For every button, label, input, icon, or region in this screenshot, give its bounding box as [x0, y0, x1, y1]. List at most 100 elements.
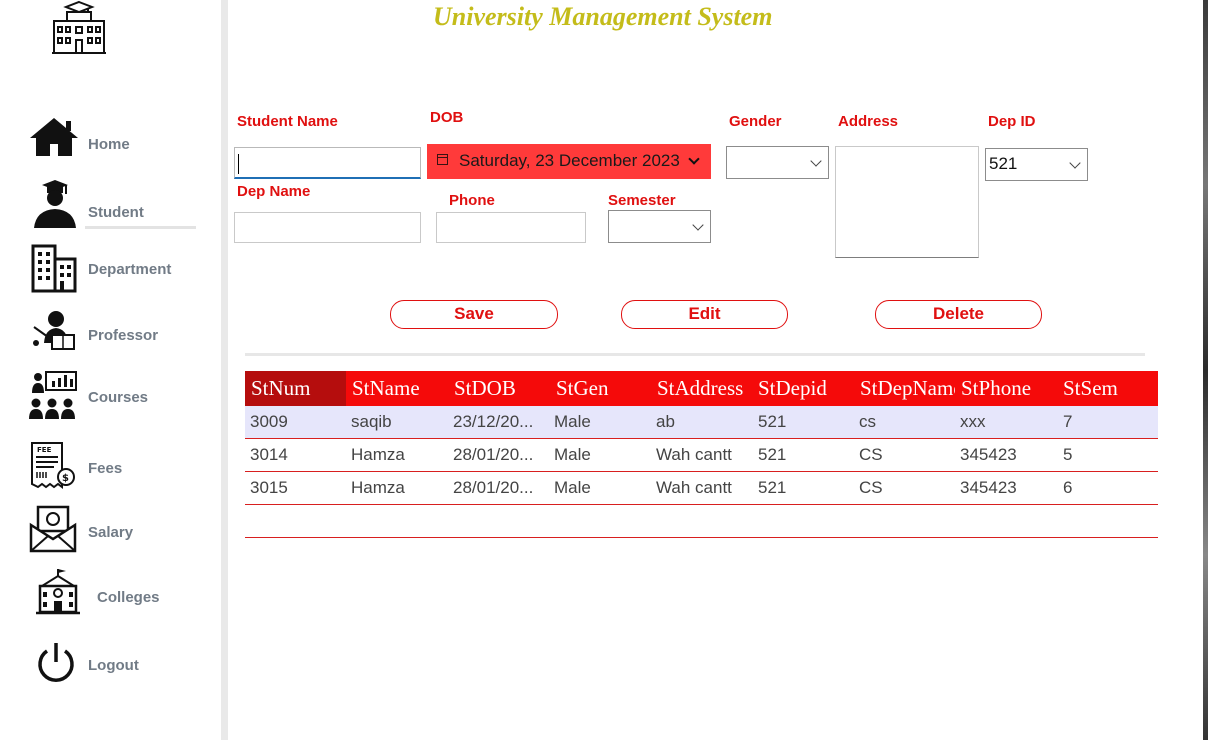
table-cell[interactable]: Hamza: [346, 439, 405, 471]
table-cell[interactable]: 521: [753, 472, 786, 504]
table-cell[interactable]: 521: [753, 406, 786, 438]
table-header: StNum StName StDOB StGen StAddress StDep…: [245, 371, 1158, 406]
column-header[interactable]: StDepid: [752, 371, 854, 406]
phone-label: Phone: [449, 192, 495, 209]
dep-name-label: Dep Name: [237, 183, 311, 200]
sidebar-item-department[interactable]: Department: [28, 243, 218, 293]
dep-id-label: Dep ID: [988, 113, 1036, 130]
student-name-input[interactable]: [234, 147, 421, 179]
sidebar-item-courses[interactable]: Courses: [28, 371, 218, 421]
table-cell[interactable]: 345423: [955, 439, 1017, 471]
sidebar-item-home[interactable]: Home: [28, 116, 218, 166]
table-cell[interactable]: saqib: [346, 406, 392, 438]
table-cell[interactable]: 7: [1058, 406, 1072, 438]
text-cursor: [238, 154, 239, 174]
column-header[interactable]: StDepName: [854, 371, 955, 406]
table-cell[interactable]: CS: [854, 472, 883, 504]
table-cell[interactable]: 3015: [245, 472, 288, 504]
salary-envelope-icon: [28, 505, 80, 555]
table-cell[interactable]: 28/01/20...: [448, 439, 533, 471]
column-header[interactable]: StSem: [1057, 371, 1158, 406]
column-header[interactable]: StPhone: [955, 371, 1057, 406]
dep-id-value: 521: [989, 154, 1018, 173]
chevron-down-icon: [810, 155, 822, 167]
app-title: University Management System: [433, 2, 773, 31]
table-cell[interactable]: CS: [854, 439, 883, 471]
table-cell[interactable]: ab: [651, 406, 675, 438]
table-cell[interactable]: 23/12/20...: [448, 406, 533, 438]
department-building-icon: [28, 243, 80, 293]
address-label: Address: [838, 113, 899, 130]
section-divider: [245, 353, 1145, 356]
table-cell[interactable]: 5: [1058, 439, 1072, 471]
active-indicator: [85, 226, 196, 229]
students-table[interactable]: StNum StName StDOB StGen StAddress StDep…: [245, 371, 1158, 538]
table-cell[interactable]: Male: [549, 439, 591, 471]
professor-icon: [28, 309, 80, 359]
table-row[interactable]: 3009 saqib 23/12/20... Male ab 521 cs xx…: [245, 406, 1158, 439]
sidebar: Home Student Department Professor Course…: [0, 0, 221, 740]
dep-name-input[interactable]: [234, 212, 421, 243]
table-cell[interactable]: cs: [854, 406, 876, 438]
sidebar-item-label: Logout: [88, 657, 139, 674]
semester-select[interactable]: [608, 210, 711, 243]
table-new-row[interactable]: [245, 505, 1158, 538]
chevron-down-icon: [688, 153, 700, 165]
table-row[interactable]: 3015 Hamza 28/01/20... Male Wah cantt 52…: [245, 472, 1158, 505]
dep-id-select[interactable]: 521: [985, 148, 1088, 181]
fees-receipt-icon: FEE $: [28, 441, 80, 491]
chevron-down-icon: [692, 219, 704, 231]
gender-select[interactable]: [726, 146, 829, 179]
sidebar-item-label: Salary: [88, 524, 134, 541]
table-cell[interactable]: Wah cantt: [651, 472, 732, 504]
sidebar-item-student[interactable]: Student: [28, 180, 218, 230]
university-logo-icon: [50, 0, 108, 56]
table-cell[interactable]: 345423: [955, 472, 1017, 504]
sidebar-item-label: Fees: [88, 460, 123, 477]
calendar-icon: [437, 154, 448, 165]
sidebar-item-label: Professor: [88, 327, 159, 344]
column-header[interactable]: StAddress: [651, 371, 752, 406]
svg-text:$: $: [62, 473, 69, 484]
sidebar-item-label: Courses: [88, 389, 149, 406]
sidebar-item-colleges[interactable]: Colleges: [28, 568, 218, 618]
table-cell[interactable]: 6: [1058, 472, 1072, 504]
table-row[interactable]: 3014 Hamza 28/01/20... Male Wah cantt 52…: [245, 439, 1158, 472]
dob-value: Saturday, 23 December 2023: [459, 151, 680, 170]
dob-date-picker[interactable]: Saturday, 23 December 2023: [427, 144, 711, 179]
dob-label: DOB: [430, 109, 464, 126]
delete-button[interactable]: Delete: [875, 300, 1042, 329]
address-textarea[interactable]: [835, 146, 979, 258]
column-header[interactable]: StName: [346, 371, 448, 406]
sidebar-item-salary[interactable]: Salary: [28, 505, 218, 555]
column-header[interactable]: StNum: [245, 371, 346, 406]
sidebar-divider: [221, 0, 228, 740]
sidebar-item-logout[interactable]: Logout: [28, 640, 218, 690]
gender-label: Gender: [729, 113, 782, 130]
semester-label: Semester: [608, 192, 676, 209]
table-cell[interactable]: 3014: [245, 439, 288, 471]
table-cell[interactable]: 521: [753, 439, 786, 471]
table-cell[interactable]: Hamza: [346, 472, 405, 504]
sidebar-item-professor[interactable]: Professor: [28, 309, 218, 359]
sidebar-item-label: Home: [88, 136, 130, 153]
table-cell[interactable]: 28/01/20...: [448, 472, 533, 504]
column-header[interactable]: StDOB: [448, 371, 550, 406]
table-cell[interactable]: Wah cantt: [651, 439, 732, 471]
sidebar-item-label: Department: [88, 261, 172, 278]
save-button[interactable]: Save: [390, 300, 558, 329]
table-cell[interactable]: 3009: [245, 406, 288, 438]
student-icon: [28, 180, 80, 230]
courses-icon: [28, 371, 80, 421]
svg-text:FEE: FEE: [37, 446, 52, 454]
column-header[interactable]: StGen: [550, 371, 651, 406]
edit-button[interactable]: Edit: [621, 300, 788, 329]
window-edge: [1203, 0, 1208, 740]
table-cell[interactable]: Male: [549, 406, 591, 438]
power-icon: [36, 640, 88, 690]
phone-input[interactable]: [436, 212, 586, 243]
table-cell[interactable]: Male: [549, 472, 591, 504]
sidebar-item-label: Student: [88, 204, 144, 221]
table-cell[interactable]: xxx: [955, 406, 986, 438]
sidebar-item-fees[interactable]: FEE $ Fees: [28, 441, 218, 491]
